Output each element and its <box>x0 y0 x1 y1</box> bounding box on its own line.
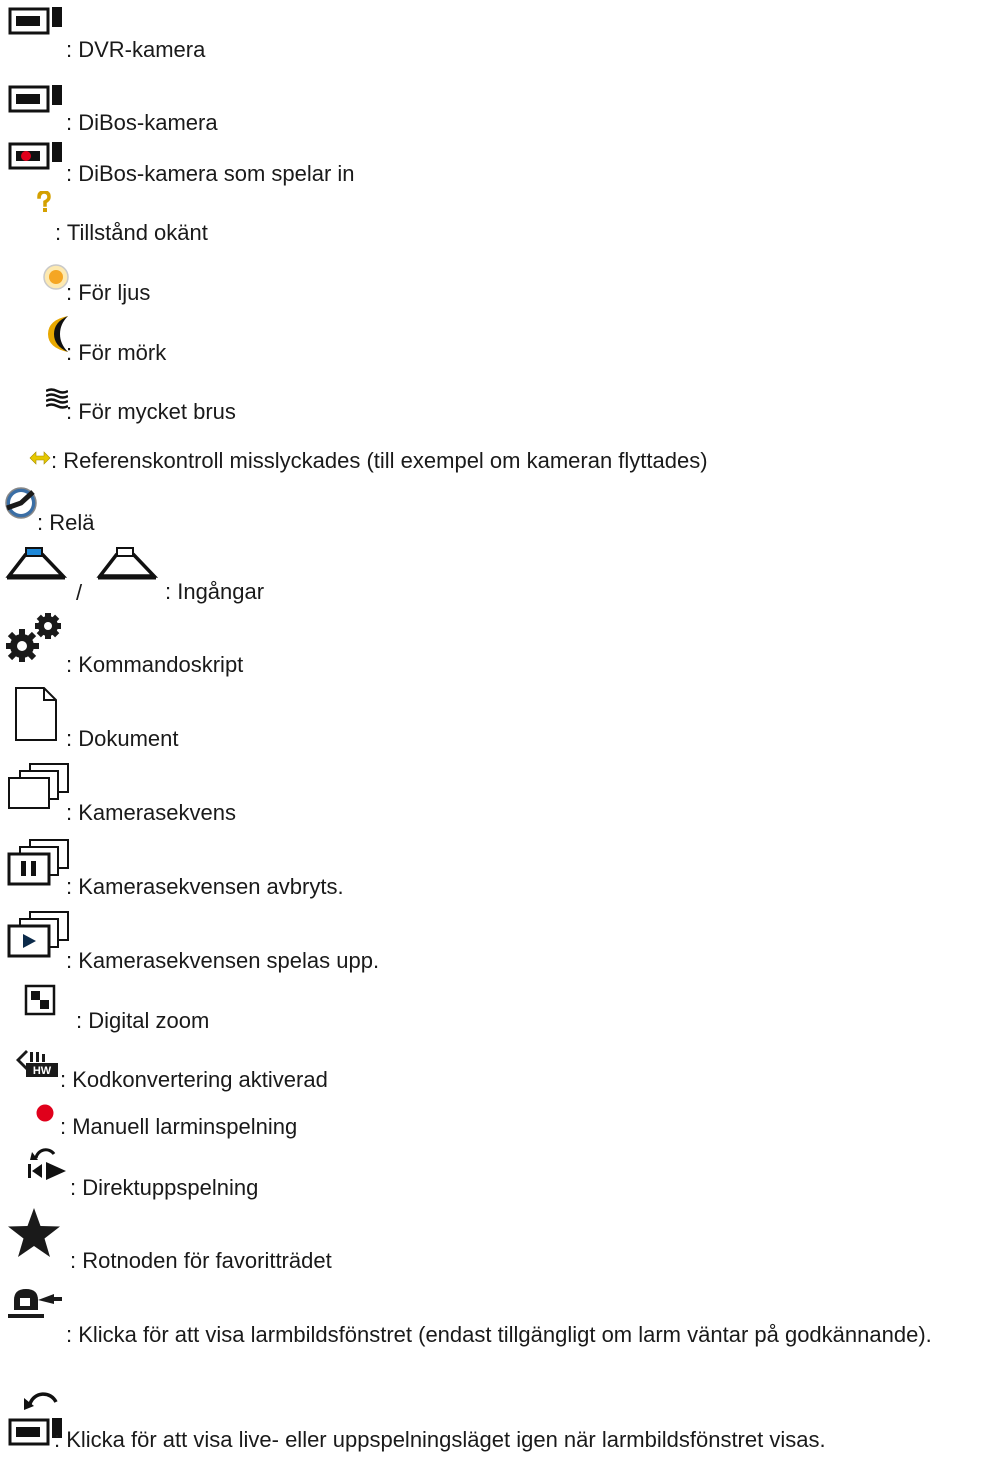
state-unknown-icon <box>36 191 52 213</box>
legend-label: : Klicka för att visa live- eller uppspe… <box>54 1427 826 1452</box>
legend-label: : DiBos-kamera som spelar in <box>66 161 355 186</box>
camera-sequence-paused-icon <box>6 838 72 888</box>
legend-label: : Kamerasekvensen avbryts. <box>66 874 344 899</box>
legend-label: : För mörk <box>66 340 167 365</box>
legend-label: : Kommandoskript <box>66 652 244 677</box>
legend-label: : Direktuppspelning <box>70 1175 259 1200</box>
dibos-camera-recording-icon <box>8 140 68 172</box>
legend-label: : För mycket brus <box>66 399 236 424</box>
too-noisy-icon <box>46 388 68 410</box>
legend-label: : Referenskontroll misslyckades (till ex… <box>51 448 708 473</box>
instant-playback-icon <box>26 1146 70 1182</box>
legend-label: : DVR-kamera <box>66 37 206 62</box>
legend-label: : Dokument <box>66 726 179 751</box>
legend-label: : Kamerasekvens <box>66 800 236 825</box>
svg-text:HW: HW <box>33 1065 52 1077</box>
legend-label: : Kodkonvertering aktiverad <box>60 1067 328 1092</box>
input-active-icon <box>4 546 68 582</box>
camera-sequence-playing-icon <box>6 910 72 960</box>
input-inactive-icon <box>95 546 159 582</box>
legend-label: : Kamerasekvensen spelas upp. <box>66 948 380 973</box>
document-icon <box>14 686 58 742</box>
legend-label: : Klicka för att visa larmbildsfönstret … <box>66 1322 932 1347</box>
legend-label: : DiBos-kamera <box>66 110 218 135</box>
camera-sequence-icon <box>6 762 72 812</box>
dvr-camera-icon <box>8 5 68 37</box>
relay-icon <box>4 486 38 520</box>
dibos-camera-icon <box>8 83 68 115</box>
legend-label: : För ljus <box>66 280 151 305</box>
legend-label: : Rotnoden för favoritträdet <box>70 1248 332 1273</box>
digital-zoom-icon <box>24 984 56 1016</box>
legend-label: : Ingångar <box>165 579 265 604</box>
legend-label: : Relä <box>37 510 95 535</box>
favorites-root-icon <box>6 1206 62 1260</box>
legend-label: : Digital zoom <box>76 1008 210 1033</box>
alarm-image-window-icon <box>8 1286 68 1320</box>
transcoding-icon: HW <box>14 1048 60 1080</box>
legend-label: : Tillstånd okänt <box>55 220 208 245</box>
manual-alarm-recording-icon <box>36 1104 54 1122</box>
input-separator: / <box>76 580 83 605</box>
reference-check-failed-icon <box>29 451 51 465</box>
legend-label: : Manuell larminspelning <box>60 1114 298 1139</box>
command-script-icon <box>6 612 70 662</box>
